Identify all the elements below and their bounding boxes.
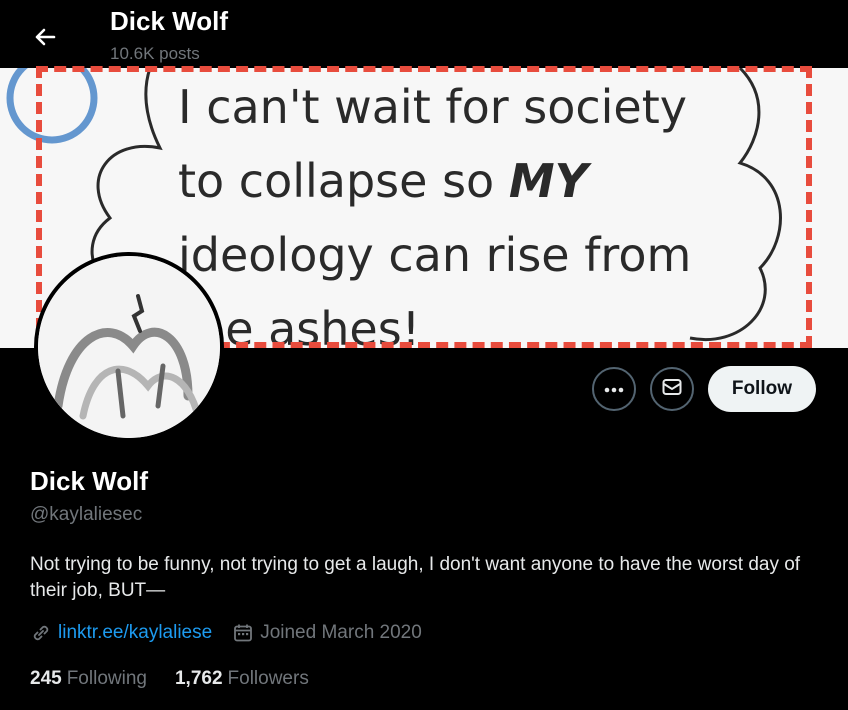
- profile-handle: @kaylaliesec: [30, 504, 143, 525]
- profile-bio: Not trying to be funny, not trying to ge…: [30, 554, 801, 601]
- calendar-icon: [232, 622, 254, 644]
- link-icon: [30, 622, 52, 644]
- following-stat[interactable]: 245 Following: [30, 668, 147, 690]
- message-button[interactable]: [649, 367, 694, 411]
- profile-link[interactable]: linktr.ee/kaylaliese: [58, 622, 212, 644]
- following-label: Following: [66, 668, 147, 689]
- header-title: Dick Wolf: [110, 6, 228, 36]
- profile-meta: linktr.ee/kaylaliese Joined March 2020: [30, 622, 422, 644]
- banner-line-1: I can't wait for society: [178, 80, 687, 134]
- more-dots-icon: [604, 380, 624, 398]
- following-count: 245: [30, 668, 62, 689]
- more-options-button[interactable]: [591, 367, 636, 411]
- banner-quote: I can't wait for society to collapse so …: [178, 70, 798, 348]
- followers-stat[interactable]: 1,762 Followers: [175, 668, 309, 690]
- banner-line-2a: to collapse so: [178, 154, 509, 208]
- follow-button[interactable]: Follow: [707, 366, 816, 412]
- avatar[interactable]: [34, 252, 224, 442]
- avatar-sketch-image: [38, 256, 220, 438]
- followers-label: Followers: [227, 668, 309, 689]
- envelope-icon: [662, 378, 682, 401]
- joined-date: Joined March 2020: [260, 622, 422, 643]
- banner-line-3: ideology can rise from: [178, 228, 692, 282]
- banner-line-2b: MY: [508, 154, 588, 208]
- profile-stats: 245 Following 1,762 Followers: [30, 668, 337, 690]
- followers-count: 1,762: [174, 668, 223, 689]
- profile-header: Dick Wolf 10.6K posts: [0, 0, 848, 70]
- posts-count: 10.6K posts: [110, 44, 200, 63]
- profile-actions: Follow: [591, 366, 816, 412]
- arrow-left-icon[interactable]: [30, 22, 60, 52]
- profile-name: Dick Wolf: [30, 466, 148, 496]
